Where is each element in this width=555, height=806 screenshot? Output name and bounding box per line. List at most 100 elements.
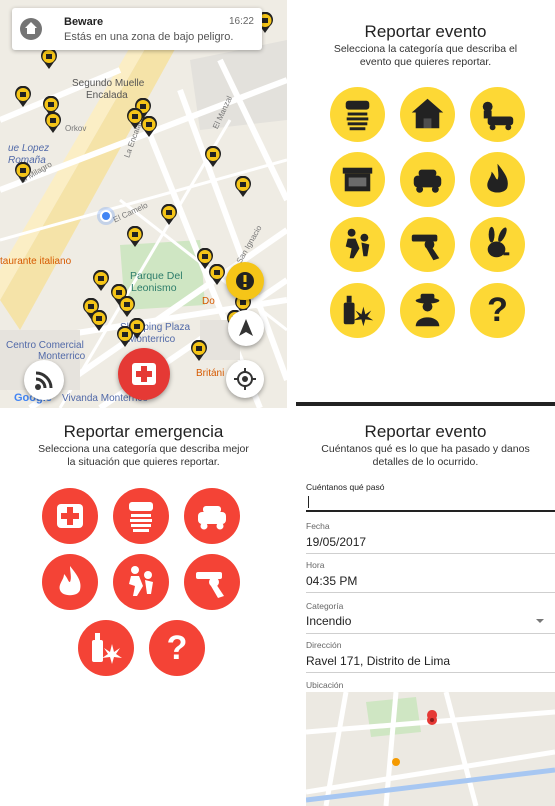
category-stolen-car-button[interactable] [184,488,240,544]
incident-pin[interactable] [160,203,178,226]
category-fire-button[interactable] [470,152,525,207]
thief-icon [129,502,153,532]
page-subtitle: la situación que quieres reportar. [67,456,220,468]
map-label: Do [202,296,215,307]
category-drugs-alcohol-button[interactable] [78,620,134,676]
category-gun-button[interactable] [184,554,240,610]
incident-pin[interactable] [90,309,108,332]
incident-pin[interactable] [14,161,32,184]
category-house-robbery-button[interactable] [400,87,455,142]
location-map-streets [306,692,555,806]
notification-title: Beware [64,16,104,28]
map-label: Segundo Muelle [72,78,145,89]
thief-icon [345,100,370,131]
map-label: Leonismo [131,282,177,294]
category-question-button[interactable]: ? [470,283,525,338]
fire-icon [487,163,508,193]
what-happened-label: Cuéntanos qué pasó [306,482,385,492]
location-label: Ubicación [306,680,344,690]
stolen-car-icon [198,506,226,530]
category-select[interactable]: Incendio [306,614,351,628]
category-assault-button[interactable] [330,217,385,272]
medical-cross-icon [132,363,156,385]
question-icon: ? [487,291,508,329]
incident-pin[interactable] [40,47,58,70]
incident-pin[interactable] [44,111,62,134]
page-subtitle: detalles de lo ocurrido. [372,456,479,468]
category-gun-button[interactable] [400,217,455,272]
drugs-alcohol-icon [343,295,374,327]
map-label: Orkov [65,124,87,133]
incident-pin[interactable] [234,175,252,198]
crosshair-icon [234,368,256,390]
navigation-button[interactable] [228,310,264,346]
category-medical-button[interactable] [42,488,98,544]
map-label: Encalada [86,90,128,101]
dropdown-arrow-icon[interactable] [536,619,544,623]
map-view[interactable]: Segundo Muelle Encalada ue Lopez Romaña … [0,0,287,408]
address-field[interactable]: Ravel 171, Distrito de Lima [306,654,450,668]
rss-icon [35,371,53,390]
page-title: Reportar evento [364,22,487,41]
what-happened-input[interactable] [306,494,555,512]
drugs-alcohol-icon [92,633,122,664]
map-label: ue Lopez [8,143,50,154]
category-thief-button[interactable] [330,87,385,142]
notification-time: 16:22 [228,16,254,27]
page-subtitle: Selecciona la categoría que describa el [333,43,518,55]
category-stolen-car-button[interactable] [400,152,455,207]
page-title: Reportar emergencia [63,422,224,441]
car-theft-icon [482,101,514,131]
page-subtitle: Cuéntanos qué es lo que ha pasado y dano… [321,443,530,455]
report-form-screen: Reportar evento Cuéntanos qué es lo que … [296,414,555,806]
location-map[interactable] [306,692,555,806]
category-drugs-alcohol-button[interactable] [330,283,385,338]
house-robbery-icon [411,98,444,129]
incident-pin[interactable] [118,295,136,318]
incident-pin[interactable] [190,339,208,362]
time-field[interactable]: 04:35 PM [306,574,357,588]
incident-pin[interactable] [126,225,144,248]
incident-pin[interactable] [208,263,226,286]
incident-pin[interactable] [14,85,32,108]
report-event-screen: Reportar evento Selecciona la categoría … [296,0,555,406]
map-screen: Segundo Muelle Encalada ue Lopez Romaña … [0,0,287,408]
emergency-button[interactable] [118,348,170,400]
report-event-button[interactable] [226,262,264,300]
category-store-robbery-button[interactable] [330,152,385,207]
gun-icon [196,572,224,598]
address-label: Dirección [306,640,342,650]
incident-pin[interactable] [140,115,158,138]
my-location-button[interactable] [226,360,264,398]
incident-pin[interactable] [204,145,222,168]
time-label: Hora [306,560,325,570]
date-field[interactable]: 19/05/2017 [306,535,366,549]
fire-icon [59,566,81,596]
gun-icon [411,234,440,261]
category-suspicious-person-button[interactable] [400,283,455,338]
category-car-theft-button[interactable] [470,87,525,142]
map-label: Parque Del [130,270,183,282]
page-subtitle: evento que quieres reportar. [359,56,492,68]
category-question-button[interactable]: ? [149,620,205,676]
category-assault-button[interactable] [113,554,169,610]
incident-pin[interactable] [92,269,110,292]
map-label: Británi [196,368,225,379]
suspicious-person-icon [415,293,440,327]
store-robbery-icon [342,167,373,192]
date-label: Fecha [306,521,330,531]
user-location-dot [100,210,112,222]
map-label: Centro Comercial [6,340,84,351]
incident-pin[interactable] [116,325,134,348]
category-playboy-bunny-button[interactable] [470,217,525,272]
stolen-car-icon [413,169,442,193]
category-fire-button[interactable] [42,554,98,610]
category-thief-button[interactable] [113,488,169,544]
page-subtitle: Selecciona una categoría que describa me… [38,443,249,455]
feed-button[interactable] [24,360,64,400]
warning-notification[interactable]: Beware Estás en una zona de bajo peligro… [12,8,262,50]
home-alert-icon [20,18,42,40]
medical-icon [57,504,83,528]
navigation-arrow-icon [239,319,253,336]
assault-icon [129,566,153,596]
